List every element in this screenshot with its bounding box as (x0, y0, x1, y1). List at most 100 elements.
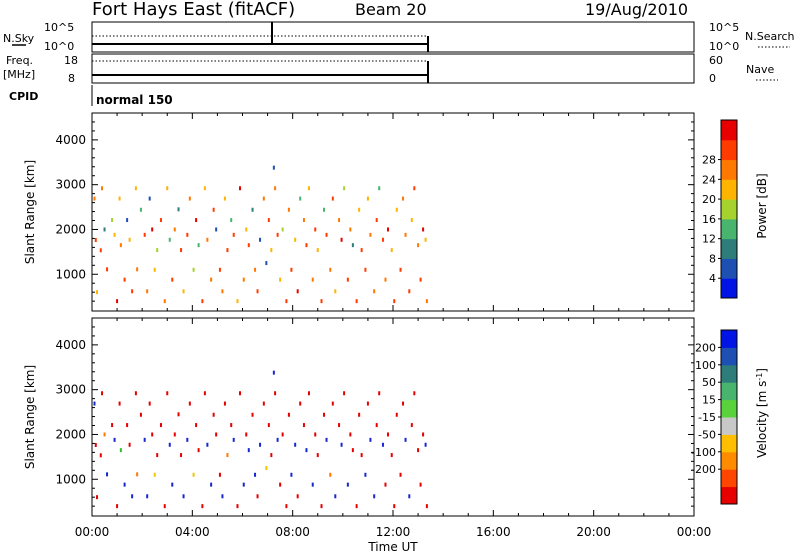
power-echo (111, 218, 114, 223)
velocity-echo (182, 494, 185, 499)
velocity-echo (238, 391, 241, 396)
power-echo (296, 289, 299, 294)
power-echo (177, 207, 180, 212)
velocity-echo (163, 504, 166, 509)
power-echo (311, 277, 314, 282)
time-tick-label: 00:00 (75, 525, 110, 539)
velocity-echo (424, 442, 427, 447)
power-colorbar-tick-label: 4 (709, 272, 716, 285)
velocity-ytick-label: 4000 (55, 338, 86, 352)
power-echo (373, 289, 376, 294)
velocity-echo (143, 437, 146, 442)
time-tick-label: 04:00 (175, 525, 210, 539)
velocity-echo (146, 494, 149, 499)
power-echo (139, 207, 142, 212)
power-echo (349, 227, 352, 232)
velocity-echo (210, 482, 213, 487)
power-echo (351, 243, 354, 248)
velocity-echo (177, 412, 180, 417)
power-echo (287, 207, 290, 212)
power-echo (113, 232, 116, 237)
velocity-echo (375, 423, 378, 428)
velocity-echo (99, 453, 102, 458)
power-echo (134, 186, 137, 191)
power-echo (206, 237, 209, 242)
velocity-colorbar-swatch (721, 434, 737, 453)
power-echo (171, 277, 174, 282)
power-colorbar-tick-label: 20 (702, 193, 716, 206)
velocity-echo (364, 472, 367, 477)
freq-tick-low: 8 (68, 72, 75, 85)
time-tick-label: 08:00 (275, 525, 310, 539)
velocity-echo (247, 448, 250, 453)
time-tick-label: 20:00 (576, 525, 611, 539)
velocity-echo (106, 472, 109, 477)
velocity-echo (242, 482, 245, 487)
power-ytick-label: 1000 (55, 267, 86, 281)
power-echo (419, 277, 422, 282)
power-echo (307, 186, 310, 191)
nsky-panel: N.Sky 10^5 10^0 10^5 10^0 N.Search (3, 21, 795, 53)
power-echo (186, 232, 189, 237)
power-echo (226, 248, 229, 253)
power-echo (369, 232, 372, 237)
velocity-echo (346, 482, 349, 487)
velocity-echo (299, 401, 302, 406)
power-echo (168, 237, 171, 242)
power-colorbar-swatch (721, 199, 737, 220)
velocity-echo (320, 504, 323, 509)
velocity-echo (259, 442, 262, 447)
freq-unit-label: [MHz] (3, 68, 35, 81)
power-echo (182, 289, 185, 294)
velocity-colorbar-tick-label: -15 (698, 411, 716, 424)
power-echo (166, 186, 169, 191)
velocity-echo (203, 391, 206, 396)
power-echo (299, 196, 302, 201)
velocity-echo (270, 453, 273, 458)
velocity-echo (197, 448, 200, 453)
velocity-echo (134, 391, 137, 396)
velocity-echo (384, 482, 387, 487)
velocity-echo (188, 401, 191, 406)
power-echo (259, 237, 262, 242)
power-echo (360, 248, 363, 253)
power-echo (279, 277, 282, 282)
power-echo (136, 267, 139, 272)
velocity-colorbar-swatch (721, 399, 737, 418)
velocity-echo (254, 472, 257, 477)
velocity-echo (279, 482, 282, 487)
velocity-echo (325, 437, 328, 442)
power-echo (148, 196, 151, 201)
power-ylabel: Slant Range [km] (23, 160, 37, 264)
power-echo (203, 186, 206, 191)
power-echo (366, 196, 369, 201)
velocity-echo (119, 448, 122, 453)
velocity-echo (218, 472, 221, 477)
velocity-echo (267, 423, 270, 428)
power-echo (123, 277, 126, 282)
power-echo (210, 277, 213, 282)
power-echo (267, 218, 270, 223)
velocity-echo (276, 437, 279, 442)
power-echo (390, 248, 393, 253)
power-echo (384, 277, 387, 282)
power-xaxis (91, 113, 695, 311)
power-echo (93, 196, 96, 201)
freq-label: Freq. (6, 54, 33, 67)
power-echo (221, 289, 224, 294)
power-echoes (93, 165, 428, 304)
power-echo (265, 261, 268, 266)
velocity-echo (236, 504, 239, 509)
velocity-colorbar-swatch (721, 486, 737, 505)
power-echo (386, 227, 389, 232)
beam-label: Beam 20 (355, 0, 427, 19)
velocity-echo (314, 432, 317, 437)
power-echo (118, 196, 121, 201)
power-echo (232, 232, 235, 237)
velocity-echo (230, 423, 233, 428)
velocity-echo (94, 442, 97, 447)
velocity-echo (287, 412, 290, 417)
velocity-echo (139, 412, 142, 417)
velocity-colorbar-swatch (721, 364, 737, 383)
power-colorbar-tick-label: 12 (702, 233, 716, 246)
